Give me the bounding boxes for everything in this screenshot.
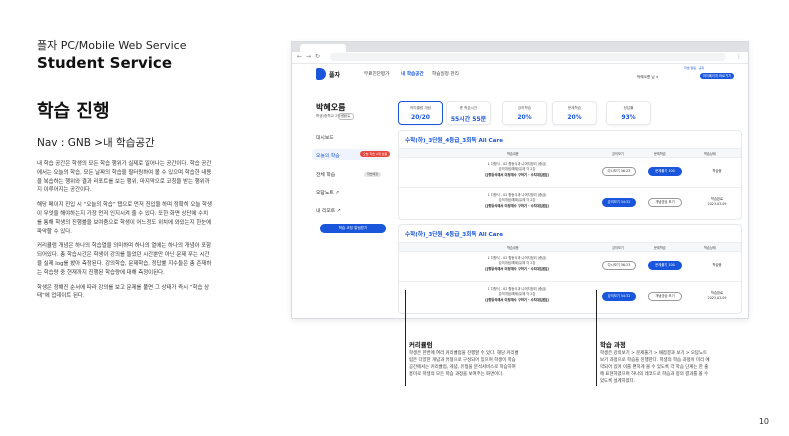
header-lecture: 강의보기 <box>612 245 624 250</box>
stat-value: 20% <box>567 114 582 121</box>
back-icon[interactable]: ← <box>297 53 302 60</box>
gnb-item-diagnosis[interactable]: 무료진단평가 <box>364 71 389 77</box>
nav-path: Nav : GNB >내 학습공간 <box>37 137 155 149</box>
top-info[interactable]: 학생 알림 · 공지 <box>684 66 704 70</box>
row-content: 1 다항식 - 02 항등식과 나머지정리 (중급) 강의개념/예제/유제 각 … <box>439 256 595 272</box>
row-status: 학습완료 2023.03.09 <box>694 197 740 207</box>
row-line: [[항등식에서 미정계수 구하기 - 수치대입법]] <box>485 297 549 302</box>
description-paragraph: 내 학습 공간은 학생의 모든 학습 행위가 실제로 일어나는 공간이다. 학습… <box>37 161 212 194</box>
browser-tab-bar <box>292 42 748 52</box>
row-line: [[항등식에서 미정계수 구하기 - 수치대입법]] <box>485 266 549 271</box>
sidebar-item-wrong-notes[interactable]: 오답노트 ↗ <box>316 189 339 196</box>
header-lecture: 강의보기 <box>612 151 624 156</box>
stat-value: 93% <box>621 114 636 121</box>
row-status: 학습중 <box>694 263 740 268</box>
callout-desc-curriculum: 학생은 한번에 여러 커리큘럼을 진행할 수 있다. 해당 커리큘럼은 다양한 … <box>409 351 519 377</box>
stat-label: 총 학습시간 <box>459 106 478 110</box>
callout-desc-process: 학생은 강의보기 > 문제풀기 > 채점결과 보기 > 오답노트 보기 과정으로… <box>600 351 710 384</box>
stat-value: 20/20 <box>411 114 430 121</box>
logo-icon[interactable] <box>316 68 326 80</box>
row-line: [[항등식에서 미정계수 구하기 - 수치대입법]] <box>485 172 549 177</box>
service-name: Student Service <box>37 54 172 72</box>
table-row: 1 다항식 - 02 항등식과 나머지정리 (중급) 강의개념/예제/유제 각 … <box>399 157 741 188</box>
callout-line <box>405 290 406 386</box>
header-problem: 문제학습 <box>654 245 666 250</box>
status-text: 학습중 <box>712 169 722 173</box>
sidebar-item-today[interactable]: 오늘의 학습 <box>316 152 340 159</box>
url-field[interactable] <box>330 53 726 61</box>
concept-video-button[interactable]: 개념영상 보기 <box>648 292 682 301</box>
stat-card-accuracy: 정답률 93% <box>606 101 651 125</box>
header-status: 학습상태 <box>704 151 716 156</box>
row-line: [[항등식에서 미정계수 구하기 - 수치대입법]] <box>485 203 549 208</box>
header-status: 학습상태 <box>704 245 716 250</box>
row-content: 1 다항식 - 02 항등식과 나머지정리 (중급) 강의개념/예제/유제 각 … <box>439 162 595 178</box>
today-badge: 오늘 학습 2개 남음 <box>360 151 391 157</box>
page-number: 10 <box>758 417 769 426</box>
browser-window: ← → ↻ ⋮ 플자 무료진단평가 내 학습공간 학습일정 관리 학생 알림 ·… <box>291 41 749 319</box>
stat-card-time: 총 학습시간 55시간 55분 <box>446 101 491 125</box>
logo-text[interactable]: 플자 <box>329 70 340 79</box>
description-paragraph: 해당 페이지 진입 시 “오늘의 학습” 탭으로 먼저 진입을 하며 정확히 오… <box>37 202 212 235</box>
stat-label: 강의학습 <box>517 106 532 110</box>
callout-line <box>596 290 597 386</box>
gnb-item-my-study[interactable]: 내 학습공간 <box>401 71 424 77</box>
stat-card-curriculum: 커리큘럼 개념 20/20 <box>398 101 443 125</box>
stat-label: 커리큘럼 개념 <box>410 106 431 110</box>
table-row: 1 다항식 - 02 항등식과 나머지정리 (중급) 강의개념/예제/유제 각 … <box>399 282 741 312</box>
course-title[interactable]: 수학(하)_3단원_4등급_3회독 All Care <box>405 230 503 238</box>
problem-button[interactable]: 문제풀기 100 <box>648 261 682 270</box>
row-status: 학습완료 2023.03.09 <box>694 291 740 301</box>
status-date: 2023.03.09 <box>707 202 727 206</box>
course-block: 수학(하)_3단원_4등급_3회독 All Care 학습내용 강의보기 문제학… <box>398 130 742 220</box>
table-row: 1 다항식 - 02 항등식과 나머지정리 (중급) 강의개념/예제/유제 각 … <box>399 188 741 218</box>
stat-card-lecture: 강의학습 20% <box>502 101 547 125</box>
sidebar-item-all[interactable]: 전체 학습 <box>316 171 335 178</box>
all-badge: 학습예정 <box>364 172 382 177</box>
mypage-button[interactable]: 마이페이지 바로가기 <box>700 73 734 79</box>
user-menu[interactable]: 박혜오름 님 ∨ <box>637 75 658 80</box>
table-row: 1 다항식 - 02 항등식과 나머지정리 (중급) 강의개념/예제/유제 각 … <box>399 251 741 282</box>
menu-icon[interactable]: ⋮ <box>736 53 742 60</box>
lecture-button[interactable]: 강의보기 54:32 <box>602 198 636 207</box>
concept-video-button[interactable]: 개념영상 보기 <box>648 198 682 207</box>
row-status: 학습중 <box>694 169 740 174</box>
service-subtitle: 플자 PC/Mobile Web Service <box>37 39 187 52</box>
stat-value: 20% <box>517 114 532 121</box>
browser-tab[interactable] <box>300 44 346 52</box>
stat-label: 문제학습 <box>567 106 582 110</box>
browser-address-bar: ← → ↻ ⋮ <box>292 52 748 64</box>
callout-title-curriculum: 커리큘럼 <box>409 341 433 349</box>
course-block: 수학(하)_3단원_4등급_3회독 All Care 학습내용 강의보기 문제학… <box>398 224 742 314</box>
course-title[interactable]: 수학(하)_3단원_4등급_3회독 All Care <box>405 136 503 144</box>
student-name: 박혜오름 <box>316 103 346 112</box>
stat-label: 정답률 <box>623 106 634 110</box>
coaching-button[interactable]: 학습 코칭 알림받기 <box>320 224 386 233</box>
row-content: 1 다항식 - 02 항등식과 나머지정리 (중급) 강의개념/예제/유제 각 … <box>439 193 595 209</box>
forward-icon[interactable]: → <box>306 53 311 60</box>
stat-card-problem: 문제학습 20% <box>552 101 597 125</box>
lecture-button[interactable]: 다시보기 56:23 <box>602 261 636 270</box>
row-content: 1 다항식 - 02 항등식과 나머지정리 (중급) 강의개념/예제/유제 각 … <box>439 287 595 303</box>
reload-icon[interactable]: ↻ <box>315 53 320 60</box>
header-content: 학습내용 <box>507 245 519 250</box>
gnb-item-schedule[interactable]: 학습일정 관리 <box>432 71 459 77</box>
page-title: 학습 진행 <box>37 101 110 122</box>
stat-value: 55시간 55분 <box>450 116 487 123</box>
header-content: 학습내용 <box>507 151 519 156</box>
description-paragraph: 커리큘럼 개념은 하나의 학습열을 의미하며 하나의 열에는 하나의 개념이 포… <box>37 243 212 276</box>
callout-title-process: 학습 과정 <box>600 341 626 349</box>
description: 내 학습 공간은 학생의 모든 학습 행위가 실제로 일어나는 공간이다. 학습… <box>37 160 213 307</box>
status-text: 학습중 <box>712 263 722 267</box>
status-date: 2023.03.09 <box>707 296 727 300</box>
header-problem: 문제학습 <box>654 151 666 156</box>
description-paragraph: 학생은 정해진 순서에 따라 강의를 보고 문제를 풀면 그 상태가 즉시 “학… <box>37 284 210 300</box>
problem-button[interactable]: 문제풀기 100 <box>648 167 682 176</box>
lecture-button[interactable]: 다시보기 56:23 <box>602 167 636 176</box>
lecture-button[interactable]: 강의보기 54:32 <box>602 292 636 301</box>
sidebar-item-report[interactable]: 내 리포트 ↗ <box>316 207 341 214</box>
grade-badge: 진행중 <box>338 113 355 120</box>
sidebar-item-dashboard[interactable]: 대시보드 <box>316 134 334 141</box>
